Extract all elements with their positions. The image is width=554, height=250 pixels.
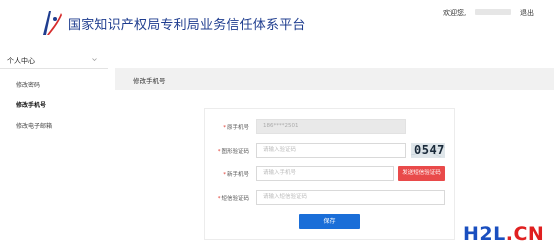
sidebar-item-change-phone[interactable]: 修改手机号 — [16, 100, 46, 109]
watermark-part2: .CN — [505, 223, 545, 245]
captcha-text: 0547 — [414, 143, 445, 157]
chevron-down-icon — [92, 58, 97, 61]
image-captcha-label: *图形验证码 — [217, 149, 249, 155]
new-phone-input[interactable]: 请输入手机号 — [256, 166, 394, 181]
header: 国家知识产权局专利局业务信任体系平台 欢迎您, 退出 — [0, 0, 554, 47]
sidebar-section-title: 个人中心 — [7, 57, 35, 65]
page-title-bar: 修改手机号 — [115, 68, 554, 90]
page-title: 修改手机号 — [133, 77, 166, 85]
site-title: 国家知识产权局专利局业务信任体系平台 — [68, 18, 306, 33]
cnipa-logo-icon — [43, 11, 62, 35]
required-marker: * — [223, 172, 226, 178]
username-redacted — [475, 9, 511, 15]
watermark-part1: H2L — [463, 223, 506, 245]
captcha-image[interactable]: 0547 — [411, 143, 445, 158]
new-phone-label: *新手机号 — [223, 172, 249, 178]
watermark: H2L.CN — [463, 223, 544, 245]
sms-code-label: *短信验证码 — [217, 196, 249, 202]
sidebar-section-header[interactable]: 个人中心 — [0, 52, 108, 69]
sms-code-input[interactable]: 请输入短信验证码 — [256, 190, 445, 205]
sidebar-item-change-email[interactable]: 修改电子邮箱 — [16, 121, 52, 130]
required-marker: * — [223, 125, 226, 131]
original-phone-field: 186****2501 — [256, 119, 406, 134]
original-phone-label: *原手机号 — [223, 125, 249, 131]
welcome-label: 欢迎您, — [443, 9, 467, 17]
sidebar-item-change-password[interactable]: 修改密码 — [16, 80, 40, 89]
sidebar: 个人中心 修改密码 修改手机号 修改电子邮箱 — [0, 52, 108, 250]
save-button[interactable]: 保存 — [299, 214, 360, 229]
image-captcha-input[interactable]: 请输入验证码 — [256, 143, 406, 158]
logout-link[interactable]: 退出 — [520, 8, 534, 18]
send-sms-code-button[interactable]: 发送短信验证码 — [398, 166, 445, 181]
